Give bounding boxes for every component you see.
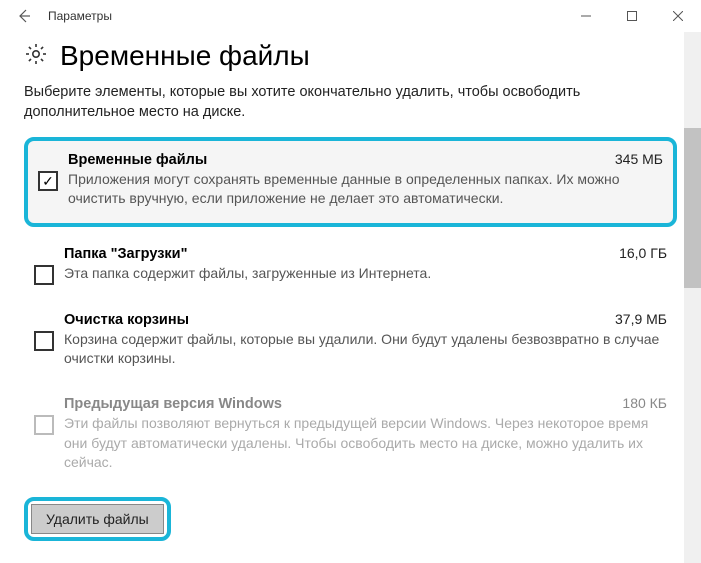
item-body: Временные файлы 345 МБ Приложения могут со… — [68, 151, 663, 209]
maximize-button[interactable] — [609, 0, 655, 32]
close-button[interactable] — [655, 0, 701, 32]
item-description: Эти файлы позволяют вернуться к предыдущ… — [64, 414, 667, 473]
content-area: Временные файлы Выберите элементы, котор… — [0, 32, 701, 557]
item-body: Папка "Загрузки" 16,0 ГБ Эта папка содержи… — [64, 245, 667, 284]
item-title: Предыдущая версия Windows — [64, 396, 282, 412]
item-size: 345 МБ — [615, 151, 663, 167]
item-checkbox[interactable] — [34, 265, 54, 285]
vertical-scrollbar[interactable] — [684, 32, 701, 563]
item-body: Предыдущая версия Windows 180 КБ Эти файлы… — [64, 395, 667, 473]
window-title: Параметры — [40, 9, 112, 23]
minimize-button[interactable] — [563, 0, 609, 32]
close-icon — [673, 11, 683, 21]
item-head: Очистка корзины 37,9 МБ — [64, 311, 667, 328]
item-head: Временные файлы 345 МБ — [68, 151, 663, 168]
back-arrow-icon — [16, 8, 32, 24]
storage-item: Папка "Загрузки" 16,0 ГБ Эта папка содержи… — [24, 237, 677, 293]
scrollbar-thumb[interactable] — [684, 128, 701, 288]
back-button[interactable] — [8, 8, 40, 24]
item-body: Очистка корзины 37,9 МБ Корзина содержит ф… — [64, 311, 667, 369]
item-checkbox[interactable] — [34, 331, 54, 351]
minimize-icon — [581, 11, 591, 21]
item-checkbox — [34, 415, 54, 435]
window-controls — [563, 0, 701, 32]
item-size: 16,0 ГБ — [619, 245, 667, 261]
item-checkbox[interactable] — [38, 171, 58, 191]
storage-item: Временные файлы 345 МБ Приложения могут со… — [24, 137, 677, 227]
item-title: Очистка корзины — [64, 312, 189, 328]
item-description: Приложения могут сохранять временные дан… — [68, 170, 663, 209]
item-head: Папка "Загрузки" 16,0 ГБ — [64, 245, 667, 262]
titlebar: Параметры — [0, 0, 701, 32]
page-subheading: Выберите элементы, которые вы хотите око… — [24, 82, 677, 123]
page-title: Временные файлы — [60, 40, 310, 72]
storage-item: Предыдущая версия Windows 180 КБ Эти файлы… — [24, 387, 677, 481]
storage-item: Очистка корзины 37,9 МБ Корзина содержит ф… — [24, 303, 677, 377]
item-size: 180 КБ — [622, 395, 667, 411]
page-header: Временные файлы — [24, 40, 677, 72]
item-description: Корзина содержит файлы, которые вы удали… — [64, 330, 667, 369]
delete-files-button[interactable]: Удалить файлы — [31, 504, 164, 534]
item-head: Предыдущая версия Windows 180 КБ — [64, 395, 667, 412]
item-size: 37,9 МБ — [615, 311, 667, 327]
gear-icon — [24, 42, 48, 71]
item-title: Временные файлы — [68, 152, 207, 168]
items-list: Временные файлы 345 МБ Приложения могут со… — [24, 137, 677, 481]
maximize-icon — [627, 11, 637, 21]
item-description: Эта папка содержит файлы, загруженные из… — [64, 264, 667, 284]
item-title: Папка "Загрузки" — [64, 246, 187, 262]
delete-button-highlight: Удалить файлы — [24, 497, 171, 541]
